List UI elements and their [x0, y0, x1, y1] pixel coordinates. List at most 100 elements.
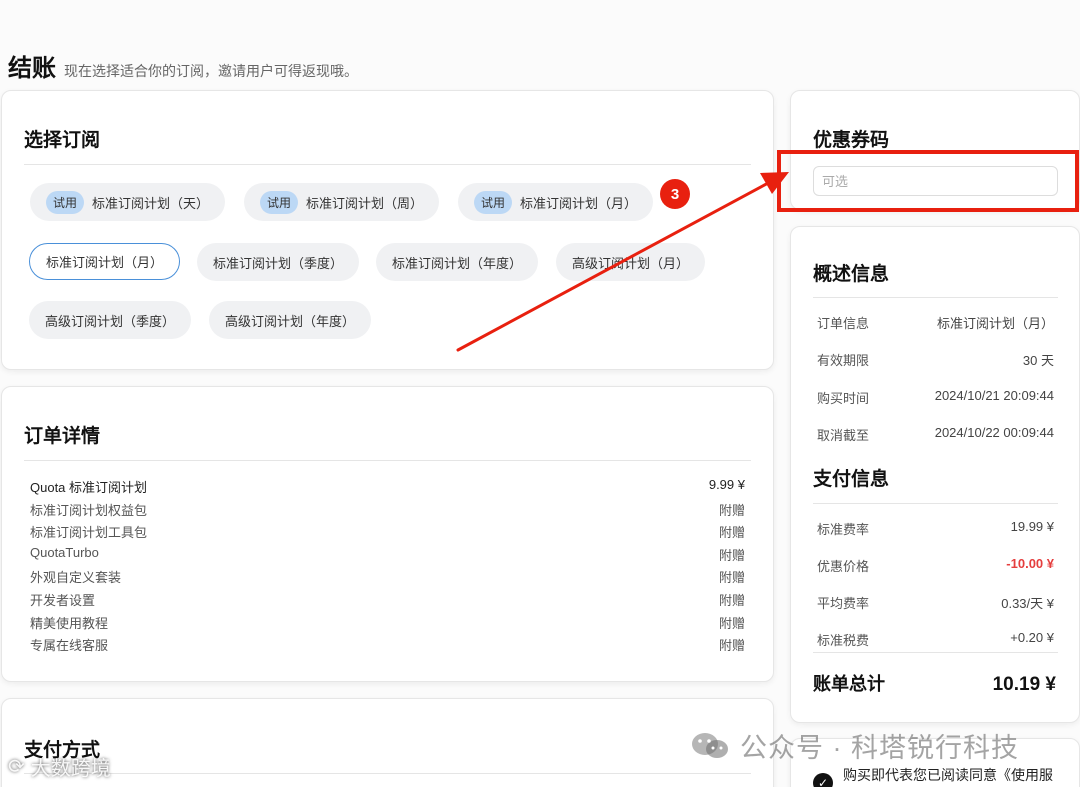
- summary-value: 30 天: [1022, 353, 1054, 368]
- order-item-name: 开发者设置: [30, 592, 96, 608]
- payment-label: 优惠价格: [817, 559, 870, 574]
- divider: [24, 460, 751, 461]
- order-row: 专属在线客服 附赠: [30, 635, 745, 658]
- order-item-value: 附赠: [718, 592, 745, 608]
- plan-chip-trial-standard-week[interactable]: 试用 标准订阅计划（周）: [244, 183, 440, 221]
- trial-tag: 试用: [46, 190, 85, 214]
- payment-method-card: 支付方式: [1, 698, 774, 787]
- plan-chip-premium-quarter[interactable]: 高级订阅计划（季度）: [29, 301, 192, 339]
- brand-logo-icon: ⟳: [8, 756, 25, 778]
- payment-label: 标准税费: [817, 633, 870, 648]
- summary-card: 概述信息 订单信息 标准订阅计划（月） 有效期限 30 天 购买时间 2024/10/…: [790, 226, 1080, 723]
- order-item-value: 附赠: [718, 570, 745, 586]
- wechat-watermark-text: 公众号 · 科塔锐行科技: [740, 733, 1019, 763]
- order-row: QuotaTurbo 附赠: [30, 545, 745, 568]
- plan-chip-label: 标准订阅计划（天）: [92, 195, 210, 211]
- order-item-value: 附赠: [718, 547, 745, 563]
- summary-row-validity: 有效期限 30 天: [817, 350, 1054, 369]
- order-row: 标准订阅计划工具包 附赠: [30, 522, 745, 545]
- divider: [813, 652, 1058, 653]
- plan-chip-label: 标准订阅计划（周）: [306, 195, 424, 211]
- divider: [813, 503, 1058, 504]
- order-list: Quota 标准订阅计划 9.99 ¥ 标准订阅计划权益包 附赠 标准订阅计划工具包…: [30, 477, 745, 658]
- summary-row-order: 订单信息 标准订阅计划（月）: [817, 313, 1054, 332]
- plan-chip-label: 标准订阅计划（季度）: [213, 255, 344, 271]
- plan-chip-premium-year[interactable]: 高级订阅计划（年度）: [209, 301, 372, 339]
- payment-value: 19.99 ¥: [1010, 519, 1054, 534]
- wechat-icon: [692, 732, 728, 758]
- plan-chip-standard-month[interactable]: 标准订阅计划（月）: [29, 243, 181, 280]
- summary-label: 取消截至: [817, 428, 870, 443]
- order-item-value: 附赠: [718, 638, 745, 654]
- order-item-name: 标准订阅计划工具包: [30, 525, 148, 541]
- coupon-title: 优惠券码: [813, 130, 890, 151]
- total-label: 账单总计: [813, 674, 885, 694]
- order-item-name: Quota 标准订阅计划: [30, 480, 148, 495]
- plan-chip-trial-standard-month[interactable]: 试用 标准订阅计划（月）: [458, 183, 654, 221]
- payment-value: +0.20 ¥: [1010, 630, 1054, 645]
- summary-value: 2024/10/21 20:09:44: [934, 388, 1054, 403]
- page-title: 结账: [8, 55, 56, 82]
- summary-label: 有效期限: [817, 353, 870, 368]
- order-row: 精美使用教程 附赠: [30, 613, 745, 636]
- trial-tag: 试用: [474, 190, 513, 214]
- order-item-value: 附赠: [718, 502, 745, 518]
- payment-label: 平均费率: [817, 596, 870, 611]
- payment-row-tax: 标准税费 +0.20 ¥: [817, 630, 1054, 649]
- plan-selection-card: 选择订阅 试用 标准订阅计划（天） 试用 标准订阅计划（周） 试用 标准订阅计划…: [1, 90, 774, 370]
- agreement-text: 购买即代表您已阅读同意《使用服: [843, 767, 1053, 783]
- trial-tag: 试用: [260, 190, 299, 214]
- plan-chip-label: 标准订阅计划（年度）: [392, 255, 523, 271]
- summary-row-cancel-deadline: 取消截至 2024/10/22 00:09:44: [817, 425, 1054, 444]
- divider: [24, 773, 751, 774]
- discount-value: -10.00 ¥: [1006, 556, 1054, 571]
- step-badge: 3: [660, 179, 690, 209]
- order-row: 标准订阅计划权益包 附赠: [30, 500, 745, 523]
- check-icon[interactable]: ✓: [813, 773, 833, 787]
- page-header: 结账 现在选择适合你的订阅，邀请用户可得返现哦。: [8, 48, 358, 83]
- plan-chip-premium-month[interactable]: 高级订阅计划（月）: [556, 243, 706, 281]
- payment-row-standard-rate: 标准费率 19.99 ¥: [817, 519, 1054, 538]
- order-section-title: 订单详情: [24, 426, 101, 447]
- plan-chip-label: 标准订阅计划（月）: [520, 195, 638, 211]
- summary-label: 订单信息: [817, 316, 870, 331]
- brand-watermark: ⟳ 大数跨境: [8, 752, 111, 781]
- order-details-card: 订单详情 Quota 标准订阅计划 9.99 ¥ 标准订阅计划权益包 附赠 标准订阅…: [1, 386, 774, 682]
- summary-row-purchase-time: 购买时间 2024/10/21 20:09:44: [817, 388, 1054, 407]
- order-item-name: 精美使用教程: [30, 615, 109, 631]
- order-item-name: 标准订阅计划权益包: [30, 502, 148, 518]
- plan-chip-standard-year[interactable]: 标准订阅计划（年度）: [376, 243, 539, 281]
- order-row: 开发者设置 附赠: [30, 590, 745, 613]
- summary-value: 2024/10/22 00:09:44: [934, 425, 1054, 440]
- order-row: 外观自定义套装 附赠: [30, 567, 745, 590]
- plan-chip-label: 标准订阅计划（月）: [46, 255, 164, 270]
- summary-title: 概述信息: [813, 264, 890, 285]
- summary-value: 标准订阅计划（月）: [936, 316, 1054, 331]
- wechat-watermark: 公众号 · 科塔锐行科技: [690, 726, 1019, 765]
- brand-watermark-text: 大数跨境: [30, 758, 111, 780]
- plan-section-title: 选择订阅: [24, 130, 101, 151]
- order-item-name: QuotaTurbo: [30, 544, 99, 560]
- order-item-name: 专属在线客服: [30, 638, 109, 654]
- order-item-value: 附赠: [718, 615, 745, 631]
- payment-value: 0.33/天 ¥: [1001, 596, 1054, 611]
- order-item-value: 9.99 ¥: [708, 477, 745, 492]
- order-item-name: 外观自定义套装: [30, 570, 122, 586]
- plan-chip-label: 高级订阅计划（月）: [572, 255, 690, 271]
- order-row: Quota 标准订阅计划 9.99 ¥: [30, 477, 745, 500]
- payment-row-discount: 优惠价格 -10.00 ¥: [817, 556, 1054, 575]
- plan-chip-standard-quarter[interactable]: 标准订阅计划（季度）: [197, 243, 360, 281]
- page-subtitle: 现在选择适合你的订阅，邀请用户可得返现哦。: [64, 63, 358, 79]
- order-item-value: 附赠: [718, 525, 745, 541]
- divider: [813, 297, 1058, 298]
- plan-chip-trial-standard-day[interactable]: 试用 标准订阅计划（天）: [30, 183, 226, 221]
- payment-row-average-rate: 平均费率 0.33/天 ¥: [817, 593, 1054, 612]
- total-row: 账单总计 10.19 ¥: [813, 670, 1056, 696]
- plan-chip-label: 高级订阅计划（年度）: [225, 313, 356, 329]
- coupon-highlight-box: [777, 150, 1079, 212]
- divider: [24, 164, 751, 165]
- payment-info-title: 支付信息: [813, 469, 890, 490]
- plan-chip-label: 高级订阅计划（季度）: [45, 313, 176, 329]
- summary-label: 购买时间: [817, 391, 870, 406]
- payment-label: 标准费率: [817, 522, 870, 537]
